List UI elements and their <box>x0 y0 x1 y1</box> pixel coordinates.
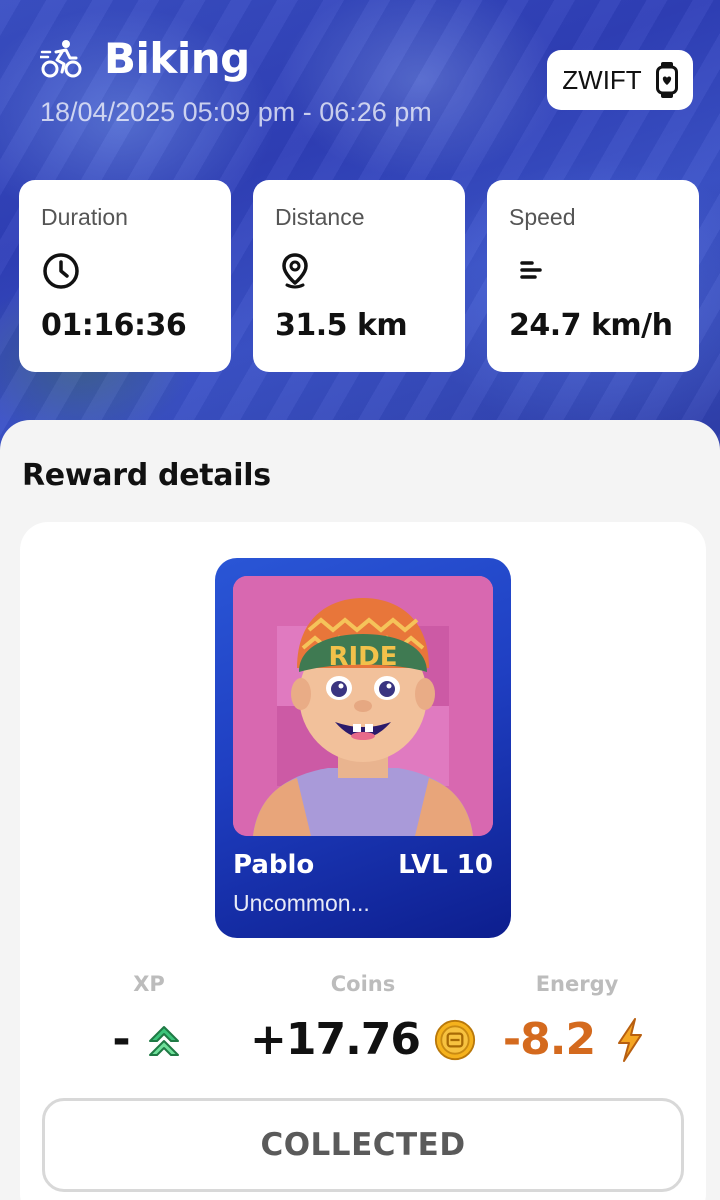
xp-label: XP <box>133 972 165 996</box>
xp-value: - <box>112 1014 130 1065</box>
smartwatch-icon <box>655 62 678 98</box>
activity-header: Biking 18/04/2025 05:09 pm - 06:26 pm <box>40 34 432 128</box>
speed-label: Speed <box>509 204 576 230</box>
speed-lines-icon <box>520 261 542 279</box>
speed-card: Speed 24.7 km/h <box>487 180 699 372</box>
coins-label: Coins <box>330 972 396 996</box>
double-chevron-up-icon <box>148 1025 179 1056</box>
location-pin-icon <box>282 253 308 289</box>
stats-row: Duration 01:16:36 Distance 31.5 km Speed… <box>19 180 699 372</box>
lightning-icon <box>618 1017 643 1062</box>
activity-datetime: 18/04/2025 05:09 pm - 06:26 pm <box>40 97 432 127</box>
device-source-label: ZWIFT <box>562 64 642 95</box>
nft-avatar-image: RIDE <box>233 576 493 836</box>
nft-rarity: Uncommon... <box>233 890 370 916</box>
nft-card[interactable]: RIDE Pablo LVL 10 Uncommon... <box>215 558 511 938</box>
collected-button[interactable]: COLLECTED <box>42 1098 684 1192</box>
rewards-summary: XP - Coins +17.76 Energy -8.2 <box>20 972 706 1082</box>
reward-sheet: Reward details RIDE Pablo LVL 10 Uncommo… <box>0 420 720 1200</box>
energy-value: -8.2 <box>502 1014 596 1065</box>
reward-panel: RIDE Pablo LVL 10 Uncommon... XP - Coins <box>20 522 706 1200</box>
speed-value: 24.7 km/h <box>509 308 673 343</box>
coins-reward: Coins +17.76 <box>248 972 478 1065</box>
nft-level: LVL 10 <box>398 850 493 880</box>
duration-card: Duration 01:16:36 <box>19 180 231 372</box>
distance-card: Distance 31.5 km <box>253 180 465 372</box>
xp-reward: XP - <box>34 972 264 1065</box>
energy-reward: Energy -8.2 <box>462 972 692 1065</box>
reward-section-title: Reward details <box>22 458 271 493</box>
energy-label: Energy <box>535 972 619 996</box>
activity-title: Biking <box>104 34 250 83</box>
device-source-badge[interactable]: ZWIFT <box>547 50 693 110</box>
distance-label: Distance <box>275 204 365 230</box>
duration-value: 01:16:36 <box>41 308 187 343</box>
distance-value: 31.5 km <box>275 308 408 343</box>
coins-value: +17.76 <box>249 1014 421 1065</box>
nft-cap-text: RIDE <box>328 642 397 672</box>
cyclist-icon <box>40 39 82 77</box>
nft-name: Pablo <box>233 850 315 880</box>
clock-icon <box>43 253 79 289</box>
duration-label: Duration <box>41 204 128 230</box>
